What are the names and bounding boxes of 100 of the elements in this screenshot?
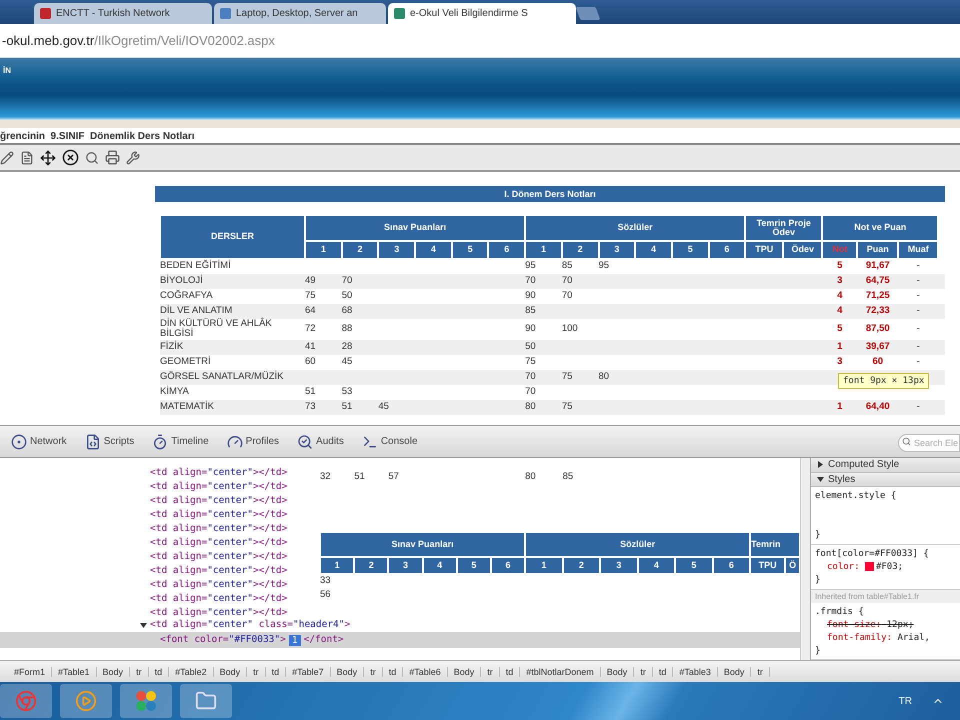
move-icon[interactable] (40, 150, 56, 166)
breadcrumb[interactable]: #Table6 (403, 666, 448, 676)
code-line[interactable]: <td align="center"></td> (150, 494, 320, 508)
search-icon[interactable] (85, 150, 99, 164)
language-indicator[interactable]: TR (898, 696, 912, 706)
column-header: DERSLER (160, 215, 305, 259)
column-header: Sınav Puanları (305, 215, 526, 241)
breadcrumb[interactable]: Body (600, 666, 634, 676)
devtools-tab[interactable]: Timeline (149, 432, 212, 452)
table-cell-text: 73 (305, 400, 317, 414)
wrench-icon[interactable] (126, 150, 140, 164)
column-header: Sözlüler (525, 532, 750, 557)
css-property[interactable]: font-family: Arial, (815, 632, 960, 645)
column-header: 1 (320, 557, 354, 574)
breadcrumb[interactable]: tr (634, 666, 653, 676)
code-line[interactable]: <td align="center"></td> (150, 578, 320, 592)
code-line[interactable]: <td align="center"></td> (150, 480, 320, 494)
column-header: Sınav Puanları (320, 532, 526, 557)
column-header: 1 (525, 557, 563, 574)
devtools-tab[interactable]: Console (358, 432, 421, 452)
breadcrumb[interactable]: #Table1 (52, 666, 97, 676)
breadcrumb[interactable]: #Table2 (169, 666, 214, 676)
pencil-icon[interactable] (0, 150, 14, 164)
size-tooltip: font 9px × 13px (838, 373, 930, 389)
breadcrumb[interactable]: Body (214, 666, 248, 676)
breadcrumb[interactable]: td (382, 666, 404, 676)
code-line[interactable]: <td align="center"></td> (150, 508, 320, 522)
code-line[interactable]: <td align="center"></td> (150, 522, 320, 536)
breadcrumb[interactable]: #Form1 (8, 666, 52, 676)
column-header: 3 (388, 557, 423, 574)
table-cell-text: 70 (562, 289, 574, 304)
table-cell-text: 1 (836, 400, 844, 414)
code-line[interactable]: <td align="center"></td> (150, 606, 320, 620)
play-icon (75, 690, 97, 712)
new-tab-button[interactable] (576, 7, 600, 20)
table-cell-text: - (916, 355, 921, 370)
search-field[interactable]: Search Ele (898, 434, 960, 452)
apps-taskbar-button[interactable] (120, 684, 172, 718)
code-line[interactable]: <td align="center"></td> (150, 550, 320, 564)
disclosure-triangle-icon[interactable] (817, 476, 824, 483)
css-property[interactable]: color: #F03; (815, 560, 960, 574)
breadcrumb[interactable]: td (266, 666, 286, 676)
css-brace: } (815, 574, 822, 587)
table-cell-text: 4 (836, 304, 844, 318)
breadcrumb[interactable]: #Table3 (673, 666, 718, 676)
breadcrumb[interactable]: tr (247, 666, 266, 676)
table-cell-text: 68 (342, 304, 354, 318)
scrollbar[interactable] (800, 458, 810, 660)
column-header: 3 (600, 557, 638, 574)
disclosure-triangle-icon[interactable] (140, 622, 147, 628)
table-cell-text: 53 (342, 385, 354, 400)
devtools-tab[interactable]: Network (8, 432, 70, 452)
code-line[interactable]: <td align="center"></td> (150, 564, 320, 578)
lesson-cell-text: BEDEN EĞİTİMİ (160, 259, 232, 274)
devtools-tab[interactable]: Scripts (82, 432, 138, 452)
breadcrumb[interactable]: Body (448, 666, 482, 676)
document-icon[interactable] (20, 150, 34, 164)
breadcrumb[interactable]: tr (364, 666, 383, 676)
table-cell-text: - (916, 259, 921, 274)
favicon-icon (220, 8, 231, 19)
breadcrumb[interactable]: tr (751, 666, 770, 676)
code-line[interactable]: <td align="center"></td> (150, 466, 320, 480)
breadcrumb[interactable]: Body (330, 666, 364, 676)
browser-tab[interactable]: ENCTT - Turkish Network (34, 3, 212, 24)
breadcrumb[interactable]: Body (718, 666, 752, 676)
column-header: Ö (785, 557, 800, 574)
breadcrumb[interactable]: td (148, 666, 170, 676)
disclosure-triangle-icon[interactable] (817, 461, 824, 468)
browser-tab[interactable]: e-Okul Veli Bilgilendirme S (388, 3, 576, 24)
section-header[interactable]: Computed Style (811, 458, 960, 473)
breadcrumb[interactable]: tr (130, 666, 149, 676)
table-cell-text: 45 (342, 355, 354, 370)
breadcrumb[interactable]: #tblNotlarDonem (520, 666, 601, 676)
column-header: Temrin Proje Ödev (745, 215, 822, 241)
table-cell-text: 64,40 (864, 400, 891, 414)
table-cell-text: 5 (836, 259, 844, 274)
printer-icon[interactable] (105, 150, 120, 165)
column-header: Puan (857, 241, 898, 259)
folder-taskbar-button[interactable] (180, 684, 232, 718)
css-property[interactable]: font-size: 12px; (815, 618, 960, 632)
column-header: 1 (525, 241, 562, 259)
folder-icon (195, 690, 217, 712)
code-line[interactable]: <td align="center"></td> (150, 536, 320, 550)
column-header: 5 (675, 557, 713, 574)
devtools-tab[interactable]: Audits (294, 432, 347, 452)
close-icon[interactable] (62, 149, 79, 166)
section-header[interactable]: Styles (811, 472, 960, 488)
breadcrumb[interactable]: #Table7 (286, 666, 331, 676)
breadcrumb[interactable]: td (500, 666, 520, 676)
breadcrumb[interactable]: Body (96, 666, 130, 676)
color-swatch[interactable] (864, 562, 874, 571)
table-cell-text: 71,25 (864, 289, 891, 304)
address-field[interactable]: -okul.meb.gov.tr/IlkOgretim/Veli/IOV02002.aspx (2, 33, 275, 48)
code-line[interactable]: <td align="center"></td> (150, 592, 320, 606)
devtools-tab[interactable]: Profiles (224, 432, 282, 452)
browser-tab[interactable]: Laptop, Desktop, Server an (214, 3, 386, 24)
breadcrumb[interactable]: tr (481, 666, 500, 676)
code-line[interactable]: <td align="center" class="header4"> (150, 618, 350, 632)
search-icon (902, 436, 911, 446)
breadcrumb[interactable]: td (652, 666, 674, 676)
